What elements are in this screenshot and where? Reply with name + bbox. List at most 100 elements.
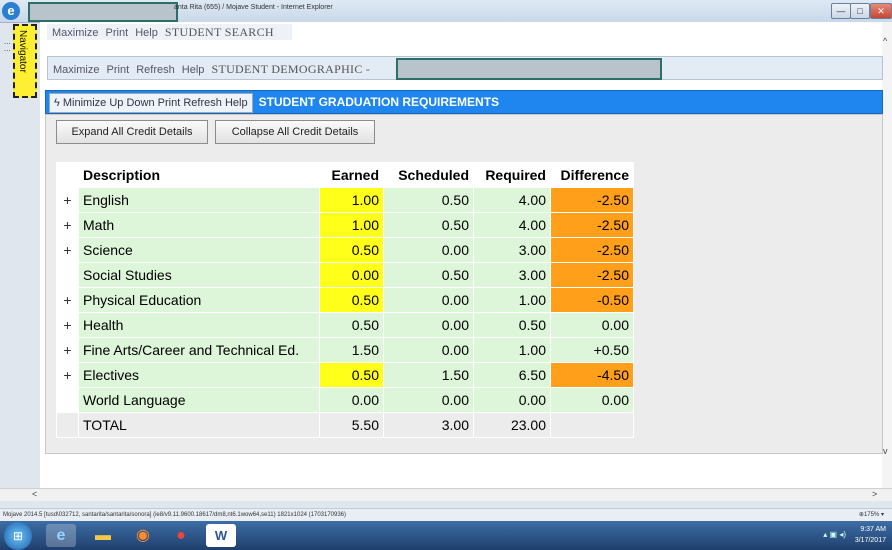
scroll-left-icon[interactable]: < — [32, 489, 37, 499]
expand-row-toggle — [56, 262, 79, 288]
graduation-requirements-table: Description Earned Scheduled Required Di… — [56, 162, 634, 438]
row-description: Fine Arts/Career and Technical Ed. — [78, 337, 320, 363]
row-required: 0.00 — [473, 387, 551, 413]
student-demographic-title: STUDENT DEMOGRAPHIC - — [211, 62, 371, 76]
media-player-icon[interactable]: ◉ — [128, 524, 158, 547]
vertical-scrollbar[interactable]: ^ v — [882, 22, 892, 488]
lightning-icon: ϟ — [54, 97, 60, 109]
row-required: 4.00 — [473, 212, 551, 238]
zoom-level[interactable]: ⊕175% ▾ — [859, 509, 884, 521]
demo-maximize-link[interactable]: Maximize — [53, 64, 99, 76]
grad-refresh-link[interactable]: Refresh — [183, 97, 222, 109]
graduation-requirements-bar: ϟ Minimize Up Down Print Refresh Help ST… — [45, 90, 883, 114]
row-difference: +0.50 — [550, 337, 634, 363]
grad-minimize-link[interactable]: Minimize — [63, 97, 106, 109]
grad-help-link[interactable]: Help — [225, 97, 248, 109]
header-spacer — [56, 162, 79, 188]
row-description: Health — [78, 312, 320, 338]
row-difference: 0.00 — [550, 387, 634, 413]
table-row: World Language 0.00 0.00 0.00 0.00 — [56, 387, 634, 413]
row-difference: -4.50 — [550, 362, 634, 388]
expand-row-toggle[interactable]: + — [56, 337, 79, 363]
left-grip: ⋮⋮ — [3, 40, 10, 54]
expand-row-toggle[interactable]: + — [56, 212, 79, 238]
internet-explorer-icon[interactable]: e — [46, 524, 76, 547]
clock-date: 3/17/2017 — [854, 537, 886, 544]
table-row: + Physical Education 0.50 0.00 1.00 -0.5… — [56, 287, 634, 313]
row-scheduled: 0.50 — [383, 187, 474, 213]
row-difference: -2.50 — [550, 187, 634, 213]
system-tray-icons[interactable]: ▴ ▣ ◂) — [823, 530, 846, 539]
table-row: + Math 1.00 0.50 4.00 -2.50 — [56, 212, 634, 238]
scroll-up-icon[interactable]: ^ — [883, 36, 887, 46]
row-difference: -2.50 — [550, 212, 634, 238]
grad-up-link[interactable]: Up — [109, 97, 123, 109]
row-required: 1.00 — [473, 287, 551, 313]
row-difference: 0.00 — [550, 312, 634, 338]
clock-time: 9:37 AM — [860, 526, 886, 533]
row-earned: 0.50 — [319, 362, 384, 388]
total-scheduled: 3.00 — [383, 412, 474, 438]
expand-row-toggle[interactable]: + — [56, 237, 79, 263]
system-clock[interactable]: 9:37 AM 3/17/2017 — [855, 524, 886, 546]
start-button[interactable]: ⊞ — [4, 522, 32, 550]
row-scheduled: 0.50 — [383, 262, 474, 288]
table-row: Social Studies 0.00 0.50 3.00 -2.50 — [56, 262, 634, 288]
row-description: English — [78, 187, 320, 213]
expand-row-toggle[interactable]: + — [56, 187, 79, 213]
chrome-icon[interactable]: ● — [166, 524, 196, 547]
graduation-links: ϟ Minimize Up Down Print Refresh Help — [49, 93, 253, 113]
redacted-box — [396, 58, 662, 80]
search-help-link[interactable]: Help — [135, 27, 158, 39]
row-difference: -2.50 — [550, 262, 634, 288]
demo-print-link[interactable]: Print — [107, 64, 130, 76]
header-earned: Earned — [319, 162, 384, 188]
row-scheduled: 0.00 — [383, 237, 474, 263]
row-scheduled: 0.00 — [383, 312, 474, 338]
header-difference: Difference — [550, 162, 634, 188]
word-icon[interactable]: W — [206, 524, 236, 547]
header-required: Required — [473, 162, 551, 188]
navigator-tab[interactable]: Navigator — [13, 24, 37, 98]
row-required: 6.50 — [473, 362, 551, 388]
expand-row-toggle[interactable]: + — [56, 312, 79, 338]
student-search-title: STUDENT SEARCH — [164, 25, 274, 39]
row-difference: -2.50 — [550, 237, 634, 263]
window-minimize-button[interactable]: — — [831, 3, 851, 19]
row-scheduled: 0.00 — [383, 287, 474, 313]
graduation-requirements-title: STUDENT GRADUATION REQUIREMENTS — [258, 95, 500, 109]
row-earned: 1.00 — [319, 187, 384, 213]
header-scheduled: Scheduled — [383, 162, 474, 188]
redacted-box — [28, 2, 178, 22]
expand-row-toggle — [56, 387, 79, 413]
row-difference: -0.50 — [550, 287, 634, 313]
search-maximize-link[interactable]: Maximize — [52, 27, 98, 39]
row-required: 3.00 — [473, 237, 551, 263]
grad-down-link[interactable]: Down — [126, 97, 154, 109]
collapse-all-button[interactable]: Collapse All Credit Details — [215, 120, 375, 144]
expand-row-toggle[interactable]: + — [56, 362, 79, 388]
row-description: Science — [78, 237, 320, 263]
row-description: Electives — [78, 362, 320, 388]
table-row: + Fine Arts/Career and Technical Ed. 1.5… — [56, 337, 634, 363]
grad-print-link[interactable]: Print — [158, 97, 181, 109]
window-title-bar: e anta Rita (655) / Mojave Student - Int… — [0, 0, 892, 23]
row-scheduled: 0.50 — [383, 212, 474, 238]
expand-row-toggle[interactable]: + — [56, 287, 79, 313]
scroll-right-icon[interactable]: > — [872, 489, 877, 499]
status-text: Mojave 2014.5 [tusd\032712, santarita/sa… — [3, 512, 347, 518]
row-required: 1.00 — [473, 337, 551, 363]
taskbar: ⊞ e ▬ ◉ ● W ▴ ▣ ◂) 9:37 AM 3/17/2017 — [0, 521, 892, 550]
folder-icon[interactable]: ▬ — [88, 524, 118, 547]
demo-help-link[interactable]: Help — [182, 64, 205, 76]
demo-refresh-link[interactable]: Refresh — [136, 64, 175, 76]
window-close-button[interactable]: ✕ — [870, 3, 892, 19]
window-maximize-button[interactable]: □ — [850, 3, 870, 19]
total-label: TOTAL — [78, 412, 320, 438]
expand-all-button[interactable]: Expand All Credit Details — [56, 120, 208, 144]
scroll-down-icon[interactable]: v — [883, 446, 888, 456]
horizontal-scrollbar[interactable]: < > — [0, 488, 892, 501]
row-earned: 0.50 — [319, 237, 384, 263]
total-spacer — [56, 412, 79, 438]
search-print-link[interactable]: Print — [106, 27, 129, 39]
